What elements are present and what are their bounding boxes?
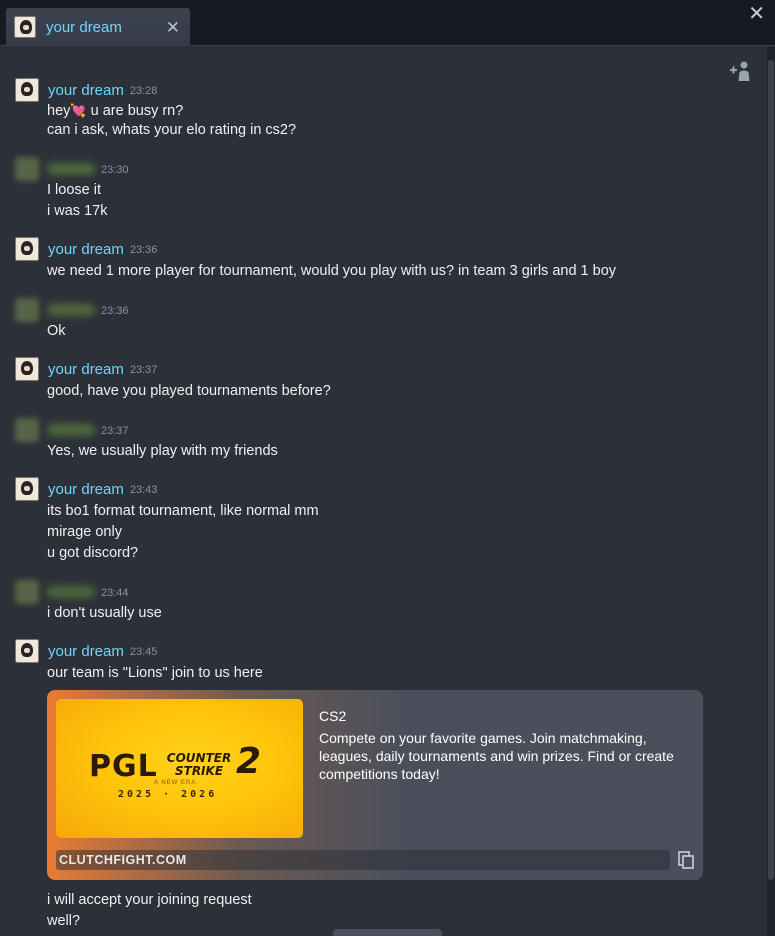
link-preview-description: Compete on your favorite games. Join mat… — [319, 730, 674, 782]
counter-strike-logo: COUNTER STRIKE — [149, 752, 249, 782]
logo-years: 2025 · 2026 — [118, 789, 218, 800]
avatar[interactable] — [15, 78, 39, 102]
logo-tagline: A NEW ERA — [154, 780, 197, 786]
pgl-logo: PGL — [89, 749, 158, 784]
link-preview-footer[interactable]: CLUTCHFIGHT.COM — [56, 850, 670, 870]
timestamp: 23:44 — [101, 587, 129, 599]
avatar[interactable] — [15, 580, 39, 604]
link-preview-title[interactable]: CS2 — [319, 708, 346, 724]
avatar[interactable] — [15, 418, 39, 442]
link-preview-image[interactable]: PGL COUNTER STRIKE 2 A NEW ERA 2025 · 20… — [56, 699, 303, 838]
message-line: can i ask, whats your elo rating in cs2? — [47, 122, 297, 138]
message-text: u are busy rn? — [90, 103, 184, 119]
window-close-icon[interactable]: ✕ — [748, 4, 765, 24]
message-header: your dream 23:43 — [15, 477, 157, 501]
message-header: 23:44 — [15, 580, 129, 604]
tab-avatar — [14, 16, 36, 38]
message-header: your dream 23:36 — [15, 237, 157, 261]
jump-to-bottom-button[interactable] — [333, 929, 442, 936]
link-preview-domain[interactable]: CLUTCHFIGHT.COM — [59, 853, 187, 867]
timestamp: 23:36 — [129, 244, 158, 256]
avatar[interactable] — [15, 237, 39, 261]
timestamp: 23:37 — [101, 425, 129, 437]
message-header: 23:36 — [15, 298, 129, 322]
message-line: well? — [47, 913, 81, 929]
chat-tab[interactable]: your dream ✕ — [6, 8, 190, 46]
chat-tab-bar: your dream ✕ ✕ — [0, 0, 775, 46]
timestamp: 23:28 — [129, 85, 158, 97]
author-name[interactable]: your dream — [48, 481, 124, 498]
tab-title: your dream — [46, 18, 122, 36]
logo-line-2: STRIKE — [174, 764, 224, 778]
message-line: hey💘 u are busy rn? — [47, 103, 183, 119]
message-line: we need 1 more player for tournament, wo… — [47, 263, 617, 279]
message-line: i was 17k — [47, 203, 108, 219]
author-name[interactable]: your dream — [48, 361, 124, 378]
message-header: your dream 23:28 — [15, 78, 157, 102]
avatar[interactable] — [15, 298, 39, 322]
link-preview-card[interactable]: PGL COUNTER STRIKE 2 A NEW ERA 2025 · 20… — [47, 690, 703, 880]
author-name-redacted[interactable] — [47, 163, 95, 175]
message-line: u got discord? — [47, 545, 139, 561]
author-name-redacted[interactable] — [47, 304, 95, 316]
avatar[interactable] — [15, 639, 39, 663]
author-name-redacted[interactable] — [47, 424, 95, 436]
timestamp: 23:36 — [101, 305, 129, 317]
author-name-redacted[interactable] — [47, 586, 95, 598]
copy-link-icon[interactable] — [676, 850, 696, 870]
message-line: good, have you played tournaments before… — [47, 383, 331, 399]
message-line: its bo1 format tournament, like normal m… — [47, 503, 319, 519]
message-header: 23:37 — [15, 418, 129, 442]
tab-close-icon[interactable]: ✕ — [166, 19, 180, 36]
timestamp: 23:43 — [129, 484, 158, 496]
message-header: your dream 23:45 — [15, 639, 157, 663]
message-header: 23:30 — [15, 157, 129, 181]
scrollbar-thumb[interactable] — [768, 60, 774, 880]
author-name[interactable]: your dream — [48, 643, 124, 660]
timestamp: 23:30 — [101, 164, 129, 176]
message-header: your dream 23:37 — [15, 357, 157, 381]
message-line: Yes, we usually play with my friends — [47, 443, 278, 459]
timestamp: 23:45 — [129, 646, 158, 658]
author-name[interactable]: your dream — [48, 241, 124, 258]
add-participant-icon[interactable] — [729, 60, 753, 82]
heart-emoji-icon: 💘 — [70, 103, 87, 118]
avatar[interactable] — [15, 477, 39, 501]
logo-number: 2 — [236, 741, 262, 782]
avatar[interactable] — [15, 357, 39, 381]
message-line: i will accept your joining request — [47, 892, 252, 908]
message-line: i don't usually use — [47, 605, 162, 621]
message-line: I loose it — [47, 182, 101, 198]
message-prefix: hey — [47, 103, 71, 119]
message-line: our team is "Lions" join to us here — [47, 665, 263, 681]
author-name[interactable]: your dream — [48, 82, 124, 99]
timestamp: 23:37 — [129, 364, 158, 376]
message-line: Ok — [47, 323, 66, 339]
message-line: mirage only — [47, 524, 122, 540]
avatar[interactable] — [15, 157, 39, 181]
